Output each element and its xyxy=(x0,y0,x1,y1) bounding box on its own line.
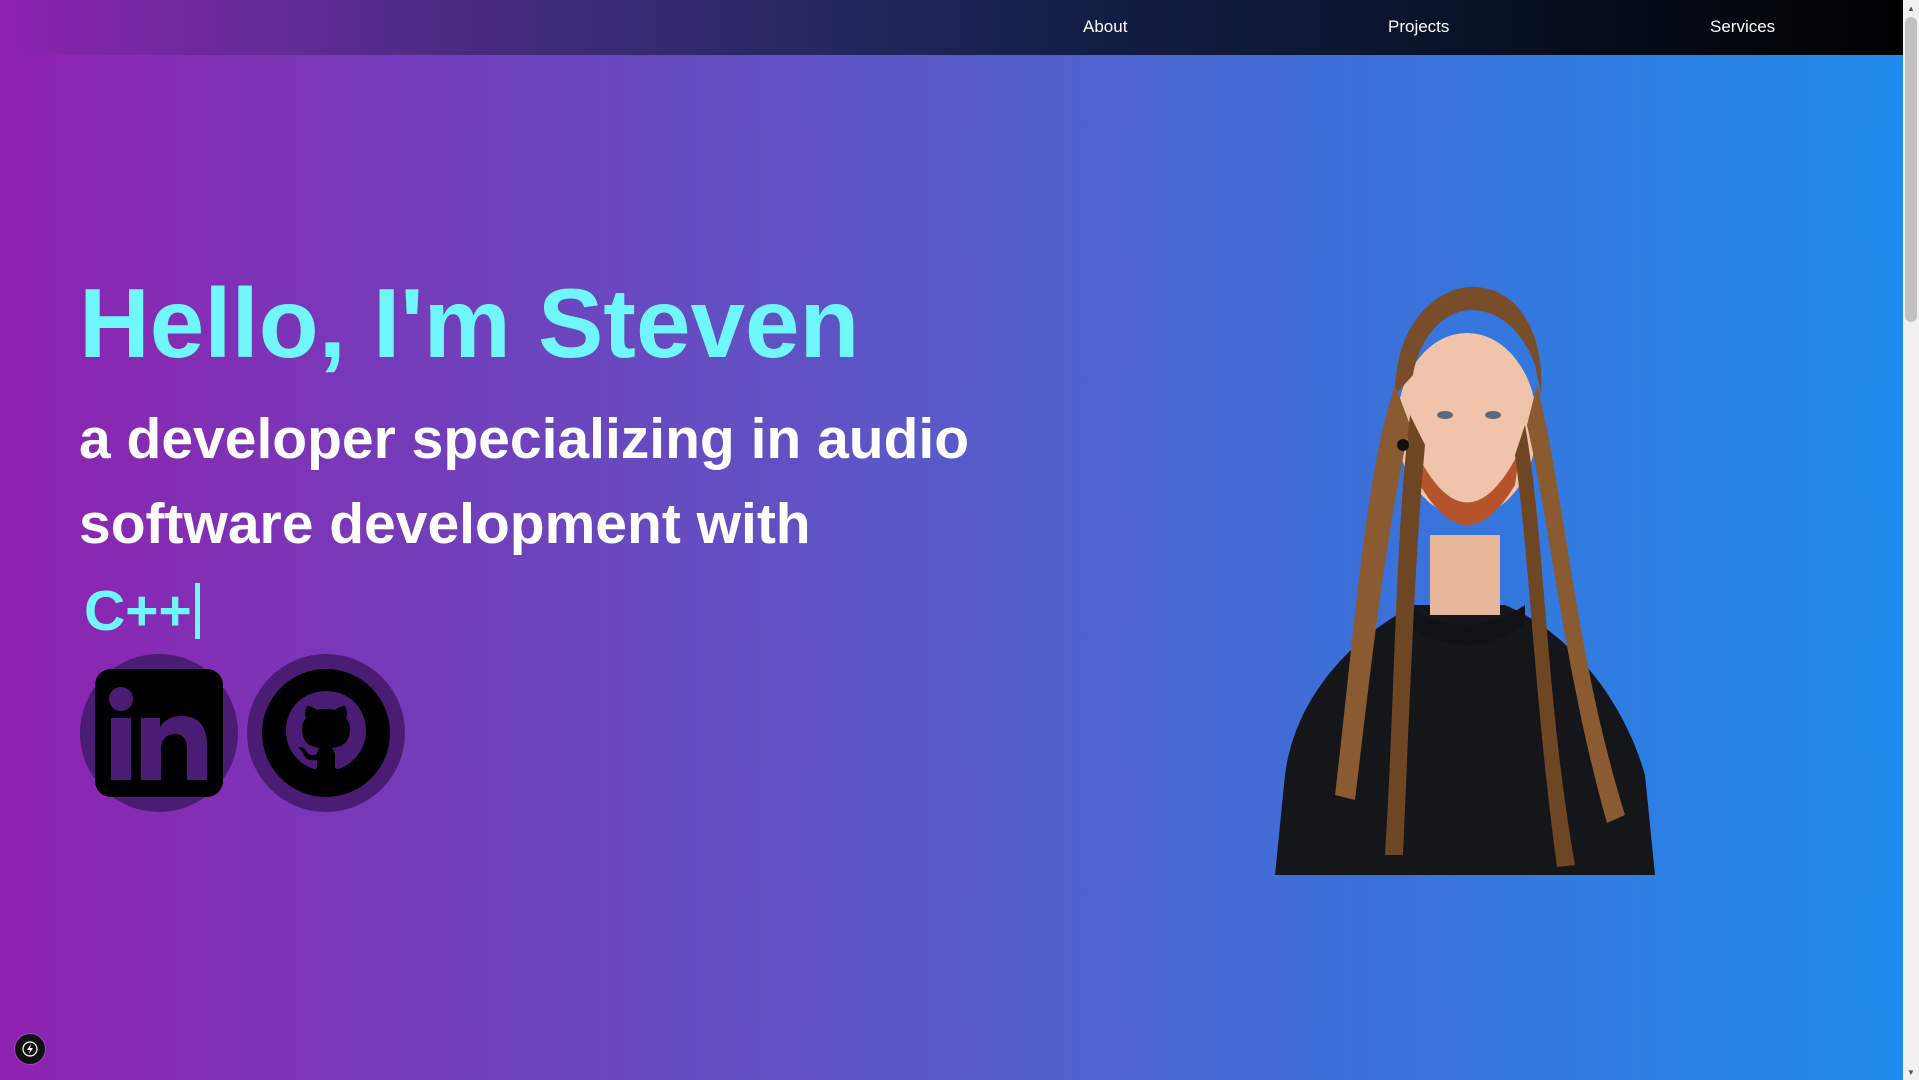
top-navbar: About Projects Services xyxy=(0,0,1903,55)
typed-text: C++ xyxy=(84,579,192,643)
github-link[interactable] xyxy=(247,654,405,812)
nav-link-services[interactable]: Services xyxy=(1710,17,1775,37)
page-scrollbar[interactable]: ▲ ▼ xyxy=(1903,0,1919,1080)
dev-tools-badge[interactable] xyxy=(15,1034,45,1064)
typed-text-line: C++ xyxy=(84,578,200,644)
scroll-down-icon[interactable]: ▼ xyxy=(1903,1064,1919,1080)
lightning-icon xyxy=(22,1041,38,1057)
linkedin-icon xyxy=(95,669,223,797)
typing-cursor xyxy=(194,583,200,639)
linkedin-link[interactable] xyxy=(80,654,238,812)
page: About Projects Services Hello, I'm Steve… xyxy=(0,0,1919,1080)
main-content: About Projects Services Hello, I'm Steve… xyxy=(0,0,1903,1080)
nav-link-projects[interactable]: Projects xyxy=(1388,17,1449,37)
github-icon xyxy=(262,669,390,797)
profile-photo xyxy=(1275,286,1655,875)
scroll-up-icon[interactable]: ▲ xyxy=(1903,0,1919,16)
hero-tagline: a developer specializing in audio softwa… xyxy=(79,407,970,556)
nav-link-about[interactable]: About xyxy=(1083,17,1127,37)
hero-greeting: Hello, I'm Steven xyxy=(79,268,860,378)
scrollbar-thumb[interactable] xyxy=(1905,17,1917,322)
